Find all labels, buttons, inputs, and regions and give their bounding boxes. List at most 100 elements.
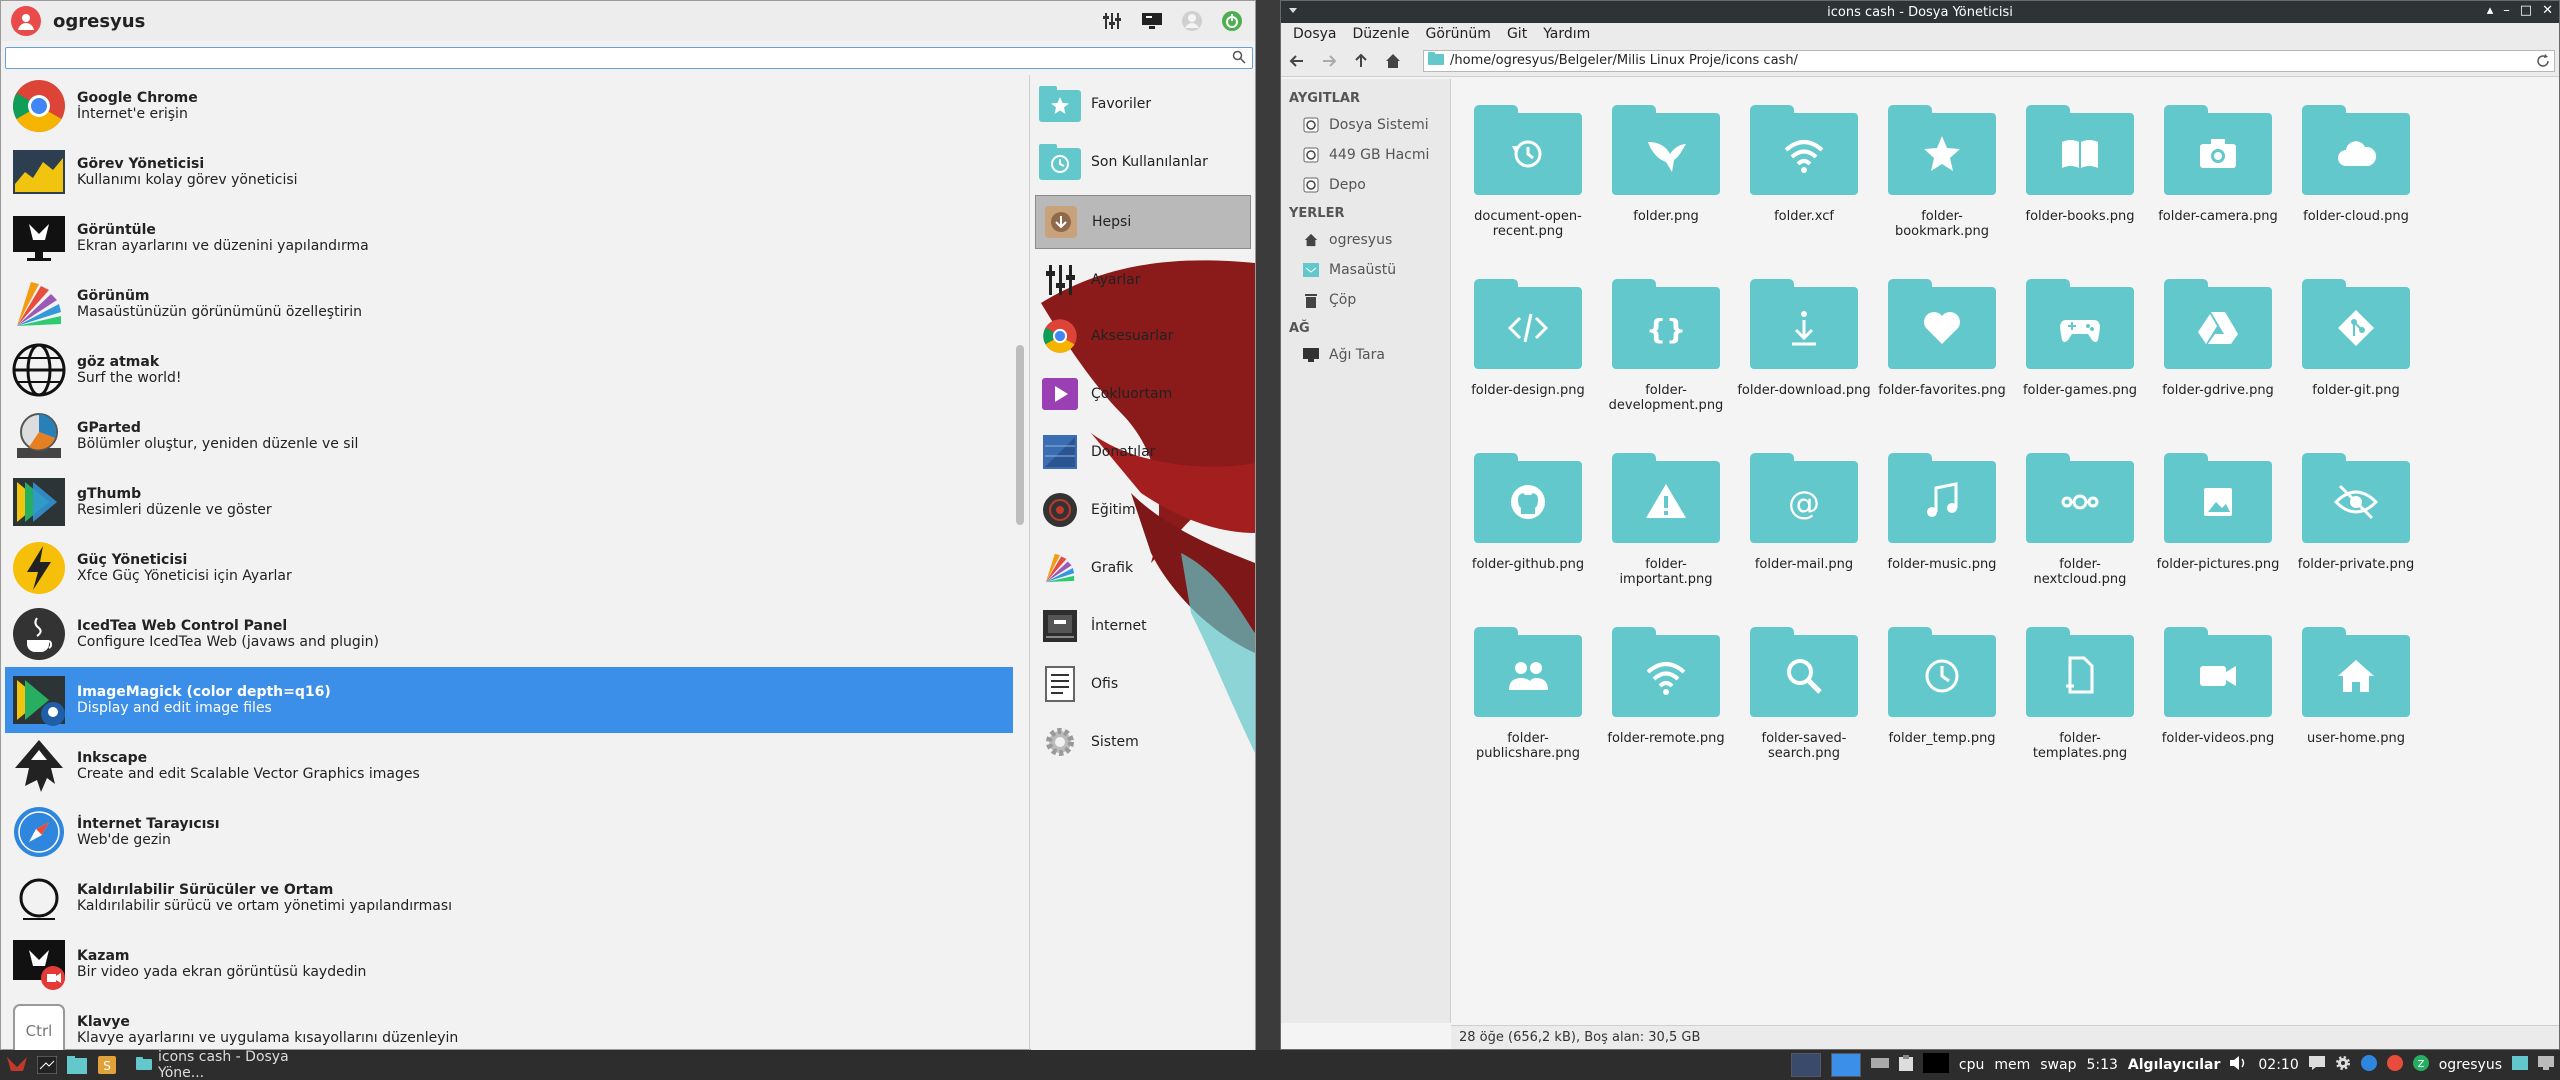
category-all[interactable]: Hepsi <box>1035 195 1251 249</box>
file-item[interactable]: folder-git.png <box>2287 263 2425 433</box>
category-office[interactable]: Ofis <box>1035 657 1251 711</box>
menu-help[interactable]: Yardım <box>1535 26 1598 42</box>
workspace-1[interactable] <box>1790 1053 1821 1077</box>
app-item-google-chrome[interactable]: Google Chrome İnternet'e erişin <box>5 73 1013 139</box>
home-icon[interactable] <box>1383 51 1403 71</box>
user-avatar[interactable] <box>11 6 41 36</box>
app-item-display[interactable]: Görüntüle Ekran ayarlarını ve düzenini ya… <box>5 205 1013 271</box>
category-graphics[interactable]: Grafik <box>1035 541 1251 595</box>
search-input[interactable] <box>6 48 1216 68</box>
file-item[interactable]: folder-remote.png <box>1597 611 1735 781</box>
file-item[interactable]: folder.xcf <box>1735 89 1873 259</box>
chat-icon[interactable] <box>2308 1056 2325 1074</box>
window-menu-icon[interactable] <box>1287 4 1299 20</box>
update-icon[interactable] <box>2386 1055 2403 1075</box>
forward-arrow-icon[interactable] <box>1319 51 1339 71</box>
maximize-icon[interactable]: □ <box>2520 3 2532 18</box>
file-item[interactable]: folder-pictures.png <box>2149 437 2287 607</box>
reload-icon[interactable] <box>2536 53 2550 72</box>
file-item[interactable]: folder-nextcloud.png <box>2011 437 2149 607</box>
clipboard-icon[interactable] <box>1898 1055 1913 1075</box>
category-favorites[interactable]: Favoriler <box>1035 77 1251 131</box>
terminal-launcher-icon[interactable] <box>34 1054 60 1076</box>
back-arrow-icon[interactable] <box>1287 51 1307 71</box>
shade-icon[interactable]: ▴ <box>2487 3 2494 18</box>
file-item[interactable]: folder-camera.png <box>2149 89 2287 259</box>
power-icon[interactable] <box>1219 8 1245 34</box>
network-manager-icon[interactable] <box>2360 1055 2377 1075</box>
file-item[interactable]: folder-books.png <box>2011 89 2149 259</box>
file-item[interactable]: folder-download.png <box>1735 263 1873 433</box>
app-item-power-manager[interactable]: Güç Yöneticisi Xfce Güç Yöneticisi için A… <box>5 535 1013 601</box>
file-item[interactable]: document-open-recent.png <box>1459 89 1597 259</box>
volume-icon[interactable] <box>2230 1055 2248 1075</box>
menu-go[interactable]: Git <box>1499 26 1535 42</box>
file-item[interactable]: folder-saved-search.png <box>1735 611 1873 781</box>
drive-tray-icon[interactable] <box>1870 1056 1889 1074</box>
app-menu-eagle-icon[interactable] <box>4 1054 30 1076</box>
app-item-removable-drives[interactable]: Kaldırılabilir Sürücüler ve Ortam Kaldırı… <box>5 865 1013 931</box>
file-item[interactable]: {} folder-development.png <box>1597 263 1735 433</box>
sidebar-item-depo[interactable]: Depo <box>1281 170 1450 200</box>
file-item[interactable]: folder_temp.png <box>1873 611 2011 781</box>
category-recent[interactable]: Son Kullanılanlar <box>1035 135 1251 189</box>
gear-icon[interactable] <box>2335 1055 2351 1075</box>
app-item-gparted[interactable]: GParted Bölümler oluştur, yeniden düzenle… <box>5 403 1013 469</box>
app-item-task-manager[interactable]: Görev Yöneticisi Kullanımı kolay görev yö… <box>5 139 1013 205</box>
show-desktop-icon[interactable] <box>2512 1056 2528 1074</box>
location-bar[interactable]: /home/ogresyus/Belgeler/Milis Linux Proj… <box>1423 49 2555 72</box>
app-item-keyboard[interactable]: Ctrl Klavye Klavye ayarlarını ve uygulama… <box>5 997 1013 1051</box>
sidebar-item-network-scan[interactable]: Ağı Tara <box>1281 340 1450 370</box>
category-accessories-web[interactable]: Aksesuarlar <box>1035 309 1251 363</box>
tray-username[interactable]: ogresyus <box>2439 1057 2502 1073</box>
category-education[interactable]: Eğitim <box>1035 483 1251 537</box>
category-system[interactable]: Sistem <box>1035 715 1251 769</box>
app-item-inkscape[interactable]: Inkscape Create and edit Scalable Vector … <box>5 733 1013 799</box>
file-item[interactable]: folder-gdrive.png <box>2149 263 2287 433</box>
file-item[interactable]: folder-music.png <box>1873 437 2011 607</box>
app-list-scrollbar[interactable] <box>1013 75 1027 1045</box>
app-item-imagemagick[interactable]: ImageMagick (color depth=q16) Display and… <box>5 667 1013 733</box>
switch-user-icon[interactable] <box>1179 8 1205 34</box>
screen-icon[interactable] <box>2538 1056 2554 1074</box>
app-item-web-browser[interactable]: İnternet Tarayıcısı Web'de gezin <box>5 799 1013 865</box>
file-item[interactable]: folder-favorites.png <box>1873 263 2011 433</box>
file-manager-launcher-icon[interactable] <box>64 1054 90 1076</box>
file-item[interactable]: folder-cloud.png <box>2287 89 2425 259</box>
clock[interactable]: 02:10 <box>2258 1057 2298 1073</box>
menu-search-field[interactable] <box>5 47 1253 69</box>
file-item[interactable]: folder.png <box>1597 89 1735 259</box>
app-item-browse[interactable]: göz atmak Surf the world! <box>5 337 1013 403</box>
up-arrow-icon[interactable] <box>1351 51 1371 71</box>
sidebar-item-volume[interactable]: 449 GB Hacmi <box>1281 140 1450 170</box>
file-item[interactable]: folder-templates.png <box>2011 611 2149 781</box>
file-item[interactable]: @ folder-mail.png <box>1735 437 1873 607</box>
file-item[interactable]: folder-publicshare.png <box>1459 611 1597 781</box>
app-item-kazam[interactable]: Kazam Bir video yada ekran görüntüsü kayd… <box>5 931 1013 997</box>
minimize-icon[interactable]: – <box>2503 3 2510 18</box>
sidebar-item-home[interactable]: ogresyus <box>1281 225 1450 255</box>
user-status-icon[interactable]: Z <box>2412 1055 2429 1075</box>
workspace-2[interactable] <box>1830 1053 1861 1077</box>
menu-edit[interactable]: Düzenle <box>1345 26 1418 42</box>
location-path[interactable]: /home/ogresyus/Belgeler/Milis Linux Proj… <box>1450 53 1798 68</box>
file-item[interactable]: folder-bookmark.png <box>1873 89 2011 259</box>
file-item[interactable]: user-home.png <box>2287 611 2425 781</box>
category-internet[interactable]: İnternet <box>1035 599 1251 653</box>
sidebar-item-filesystem[interactable]: Dosya Sistemi <box>1281 110 1450 140</box>
category-accessories[interactable]: Donatılar <box>1035 425 1251 479</box>
file-item[interactable]: folder-important.png <box>1597 437 1735 607</box>
browser-launcher-icon[interactable]: S <box>94 1054 120 1076</box>
app-item-icedtea[interactable]: IcedTea Web Control Panel Configure IcedT… <box>5 601 1013 667</box>
taskbar-window-button[interactable]: icons cash - Dosya Yöne... <box>130 1049 330 1080</box>
menu-view[interactable]: Görünüm <box>1418 26 1499 42</box>
sidebar-item-desktop[interactable]: Masaüstü <box>1281 255 1450 285</box>
file-item[interactable]: folder-games.png <box>2011 263 2149 433</box>
menu-file[interactable]: Dosya <box>1285 26 1345 42</box>
scrollbar-thumb[interactable] <box>1016 345 1024 525</box>
close-icon[interactable]: ✕ <box>2542 3 2553 18</box>
lock-screen-icon[interactable] <box>1139 8 1165 34</box>
file-item[interactable]: folder-private.png <box>2287 437 2425 607</box>
sidebar-item-trash[interactable]: Çöp <box>1281 285 1450 315</box>
app-item-appearance[interactable]: Görünüm Masaüstünüzün görünümünü özelleşt… <box>5 271 1013 337</box>
